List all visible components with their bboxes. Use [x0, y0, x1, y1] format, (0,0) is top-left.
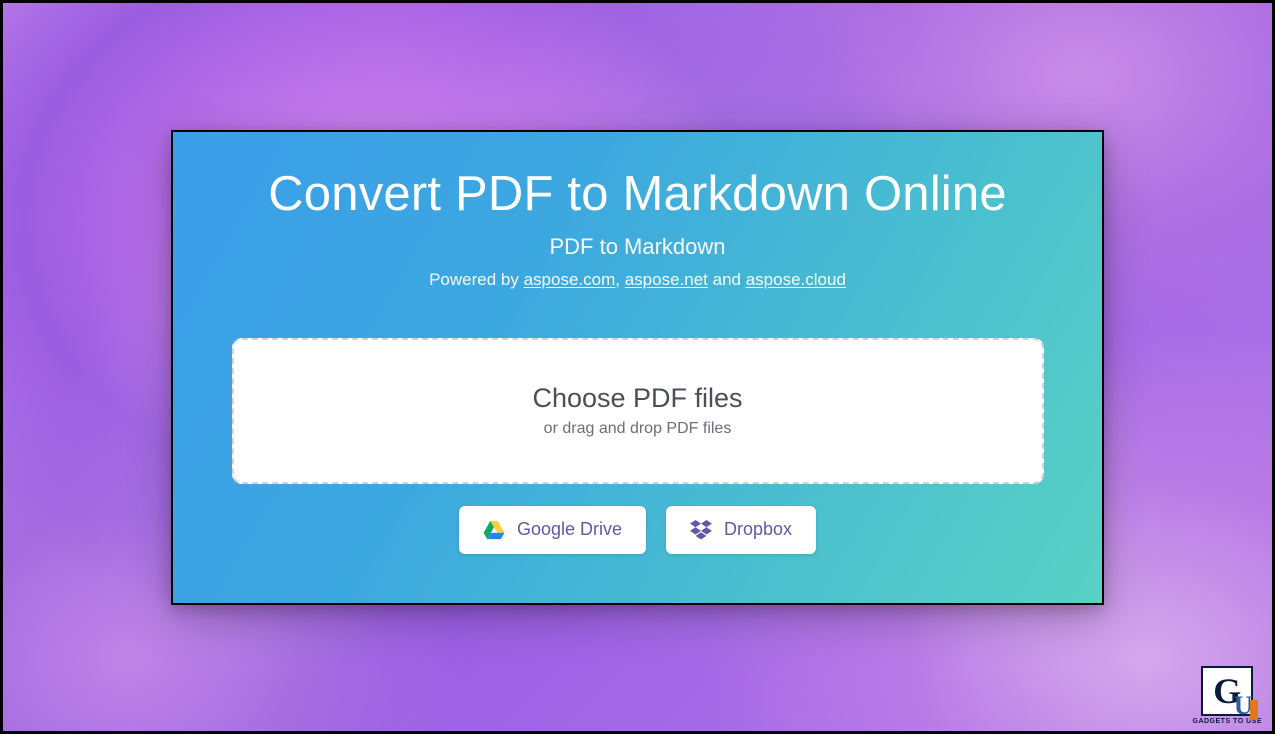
dropbox-icon	[690, 520, 712, 540]
watermark-letter-g: G	[1213, 673, 1241, 709]
sep-comma: ,	[615, 270, 624, 289]
page-background: Convert PDF to Markdown Online PDF to Ma…	[0, 0, 1275, 734]
cloud-source-row: Google Drive Dropbox	[215, 506, 1060, 554]
sep-and: and	[708, 270, 746, 289]
dropzone-secondary-label: or drag and drop PDF files	[544, 420, 732, 438]
page-subtitle: PDF to Markdown	[215, 234, 1060, 260]
google-drive-icon	[483, 520, 505, 540]
watermark-tagline: GADGETS TO USE	[1193, 718, 1263, 725]
google-drive-button[interactable]: Google Drive	[459, 506, 646, 554]
converter-card: Convert PDF to Markdown Online PDF to Ma…	[171, 130, 1104, 605]
watermark-accent	[1250, 700, 1258, 720]
google-drive-label: Google Drive	[517, 519, 622, 540]
watermark-letter-u: U	[1234, 691, 1253, 721]
dropbox-button[interactable]: Dropbox	[666, 506, 816, 554]
aspose-com-link[interactable]: aspose.com	[524, 270, 616, 289]
dropbox-label: Dropbox	[724, 519, 792, 540]
powered-prefix: Powered by	[429, 270, 524, 289]
watermark: G U GADGETS TO USE	[1193, 666, 1263, 725]
page-title: Convert PDF to Markdown Online	[215, 166, 1060, 222]
dropzone-primary-label: Choose PDF files	[532, 383, 742, 414]
watermark-letter-u-wrap: U	[1229, 692, 1257, 720]
file-dropzone[interactable]: Choose PDF files or drag and drop PDF fi…	[232, 338, 1044, 484]
aspose-net-link[interactable]: aspose.net	[625, 270, 708, 289]
aspose-cloud-link[interactable]: aspose.cloud	[746, 270, 846, 289]
watermark-logo: G U	[1201, 666, 1253, 716]
powered-by-line: Powered by aspose.com, aspose.net and as…	[215, 270, 1060, 290]
